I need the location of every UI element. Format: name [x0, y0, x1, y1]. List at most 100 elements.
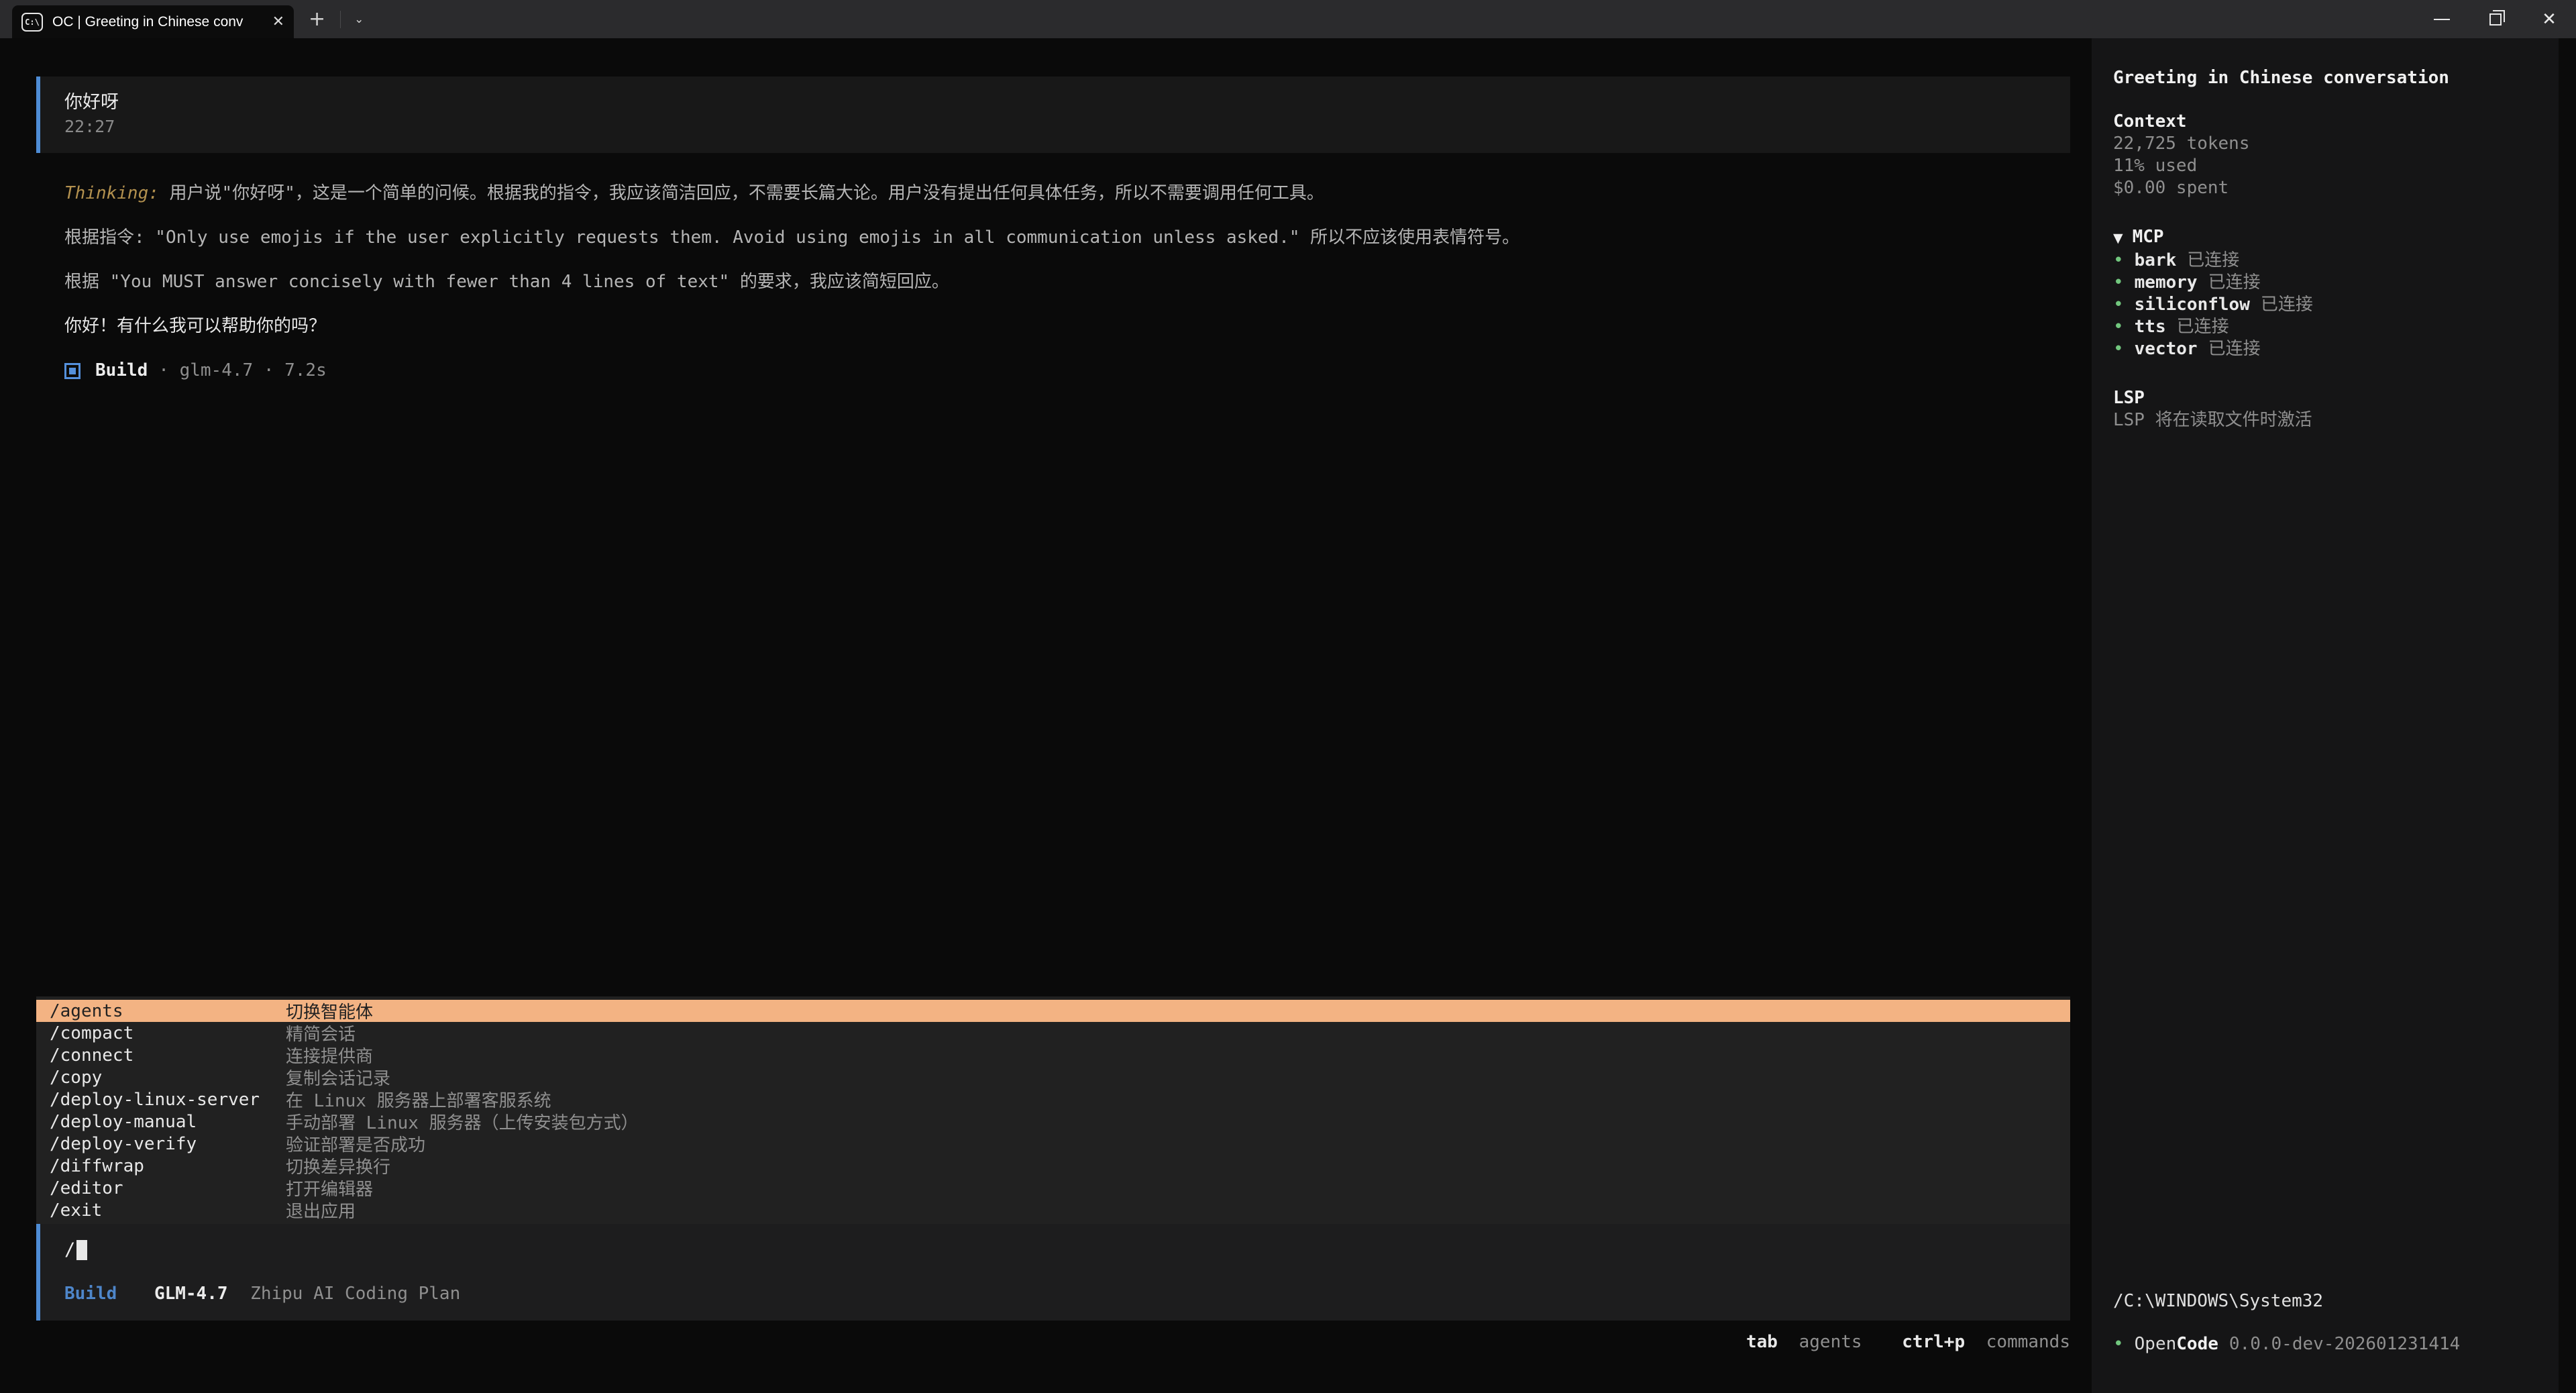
mcp-item: •bark已连接	[2113, 250, 2559, 272]
command-name: /compact	[36, 1023, 286, 1043]
command-name: /editor	[36, 1178, 286, 1198]
chat-area: 你好呀 22:27 Thinking: 用户说"你好呀"，这是一个简单的问候。根…	[0, 38, 2092, 1393]
command-description: 连接提供商	[286, 1043, 373, 1068]
command-name: /exit	[36, 1200, 286, 1221]
user-message: 你好呀 22:27	[36, 76, 2070, 153]
command-palette-row[interactable]: /deploy-verify 验证部署是否成功	[36, 1133, 2070, 1155]
terminal-icon: C:\	[21, 13, 43, 32]
status-dot-icon: •	[2113, 272, 2124, 293]
hint-key-tab: tab	[1746, 1332, 1778, 1352]
context-tokens: 22,725 tokens	[2113, 133, 2559, 155]
command-name: /deploy-verify	[36, 1134, 286, 1154]
thinking-paragraph-3: 根据 "You MUST answer concisely with fewer…	[64, 271, 2050, 293]
session-title: Greeting in Chinese conversation	[2113, 67, 2559, 89]
context-used: 11% used	[2113, 155, 2559, 177]
command-description: 精简会话	[286, 1021, 356, 1045]
thinking-label: Thinking:	[64, 183, 159, 203]
prompt-input[interactable]: /	[64, 1239, 2070, 1261]
command-palette-row[interactable]: /deploy-manual 手动部署 Linux 服务器（上传安装包方式）	[36, 1111, 2070, 1133]
prompt-input-panel[interactable]: / Build GLM-4.7 Zhipu AI Coding Plan	[36, 1224, 2070, 1321]
command-palette-row[interactable]: /deploy-linux-server 在 Linux 服务器上部署客服系统	[36, 1088, 2070, 1111]
mcp-server-status: 已连接	[2177, 317, 2229, 337]
agent-status-line: Build GLM-4.7 Zhipu AI Coding Plan	[64, 1283, 2070, 1305]
app-name-open: Open	[2135, 1334, 2177, 1354]
command-name: /deploy-linux-server	[36, 1090, 286, 1110]
build-agent-icon	[64, 363, 80, 379]
agent-model: GLM-4.7	[154, 1284, 228, 1304]
user-message-text: 你好呀	[64, 91, 2070, 114]
window-controls: ✕	[2415, 0, 2576, 38]
hint-agents: tab agents	[1746, 1332, 1872, 1352]
close-button[interactable]: ✕	[2522, 0, 2576, 38]
command-palette-row[interactable]: /connect 连接提供商	[36, 1044, 2070, 1066]
agent-mode: Build	[64, 1284, 117, 1304]
mcp-server-status: 已连接	[2208, 272, 2261, 293]
status-dot-icon: •	[2113, 339, 2124, 359]
build-meta: · glm-4.7 · 7.2s	[158, 360, 326, 382]
command-name: /diffwrap	[36, 1156, 286, 1176]
mcp-item: • vector 已连接	[2113, 338, 2559, 360]
app-name-code: Code	[2176, 1334, 2218, 1354]
hint-label-agents: agents	[1799, 1332, 1862, 1352]
command-description: 手动部署 Linux 服务器（上传安装包方式）	[286, 1109, 639, 1134]
context-heading: Context	[2113, 111, 2559, 133]
new-tab-icon[interactable]: +	[309, 7, 325, 31]
mcp-heading: MCP	[2133, 227, 2164, 247]
assistant-response: 你好！有什么我可以帮助你的吗？	[64, 315, 2050, 338]
command-name: /copy	[36, 1068, 286, 1088]
tab-close-icon[interactable]: ✕	[272, 13, 284, 30]
hint-label-commands: commands	[1986, 1332, 2070, 1352]
mcp-item: • tts 已连接	[2113, 316, 2559, 338]
minimize-icon	[2434, 19, 2450, 20]
status-dot-icon: •	[2113, 250, 2124, 270]
mcp-server-status: 已连接	[2208, 339, 2261, 359]
build-agent-name: Build	[95, 360, 148, 382]
thinking-paragraph-2: 根据指令: "Only use emojis if the user expli…	[64, 227, 2050, 249]
command-description: 在 Linux 服务器上部署客服系统	[286, 1087, 551, 1112]
titlebar: C:\ OC | Greeting in Chinese conv ✕ + ⌄ …	[0, 0, 2576, 38]
command-name: /deploy-manual	[36, 1112, 286, 1132]
agent-plan: Zhipu AI Coding Plan	[250, 1284, 460, 1304]
text-cursor	[76, 1240, 87, 1260]
tab-separator	[340, 11, 341, 28]
user-message-time: 22:27	[64, 115, 2070, 138]
tab-title: OC | Greeting in Chinese conv	[52, 14, 266, 30]
restore-button[interactable]	[2469, 0, 2522, 38]
thinking-paragraph-1: Thinking: 用户说"你好呀"，这是一个简单的问候。根据我的指令，我应该简…	[64, 183, 2050, 205]
prompt-input-value: /	[64, 1239, 75, 1261]
command-description: 退出应用	[286, 1198, 356, 1223]
lsp-section: LSP LSP 将在读取文件时激活	[2113, 387, 2559, 431]
status-dot-icon: •	[2113, 1334, 2124, 1354]
mcp-item: •memory已连接	[2113, 272, 2559, 294]
command-description: 验证部署是否成功	[286, 1131, 425, 1156]
terminal-tab[interactable]: C:\ OC | Greeting in Chinese conv ✕	[12, 5, 294, 38]
command-description: 打开编辑器	[286, 1176, 373, 1200]
minimize-button[interactable]	[2415, 0, 2469, 38]
chevron-down-icon[interactable]: ⌄	[354, 13, 364, 26]
command-palette-row[interactable]: /agents 切换智能体	[36, 1000, 2070, 1022]
lsp-heading: LSP	[2113, 387, 2559, 409]
app-version: 0.0.0-dev-202601231414	[2229, 1334, 2460, 1354]
command-palette-row[interactable]: /diffwrap 切换差异换行	[36, 1155, 2070, 1177]
mcp-item: •siliconflow已连接	[2113, 294, 2559, 316]
mcp-server-name: tts	[2135, 317, 2166, 337]
status-dot-icon: •	[2113, 317, 2124, 337]
thinking-text-1: 用户说"你好呀"，这是一个简单的问候。根据我的指令，我应该简洁回应，不需要长篇大…	[170, 183, 1324, 203]
command-name: /connect	[36, 1045, 286, 1066]
assistant-output: Thinking: 用户说"你好呀"，这是一个简单的问候。根据我的指令，我应该简…	[64, 183, 2050, 382]
build-status-line: Build · glm-4.7 · 7.2s	[64, 360, 2050, 382]
mcp-header[interactable]: ▼MCP	[2113, 226, 2559, 250]
command-palette-row[interactable]: /copy 复制会话记录	[36, 1066, 2070, 1088]
command-description: 复制会话记录	[286, 1065, 390, 1090]
command-palette-row[interactable]: /editor 打开编辑器	[36, 1177, 2070, 1199]
mcp-server-name: siliconflow	[2135, 295, 2250, 315]
command-palette-row[interactable]: /compact 精简会话	[36, 1022, 2070, 1044]
hint-commands: ctrl+p commands	[1902, 1332, 2070, 1352]
restore-icon	[2489, 13, 2502, 25]
command-palette-row[interactable]: /exit 退出应用	[36, 1199, 2070, 1221]
mcp-server-name: vector	[2135, 339, 2198, 359]
command-palette: /agents 切换智能体 /compact 精简会话 /connect 连接提…	[36, 996, 2070, 1225]
context-spent: $0.00 spent	[2113, 177, 2559, 199]
app-version-line: • OpenCode 0.0.0-dev-202601231414	[2113, 1333, 2460, 1355]
hint-key-ctrl-p: ctrl+p	[1902, 1332, 1965, 1352]
